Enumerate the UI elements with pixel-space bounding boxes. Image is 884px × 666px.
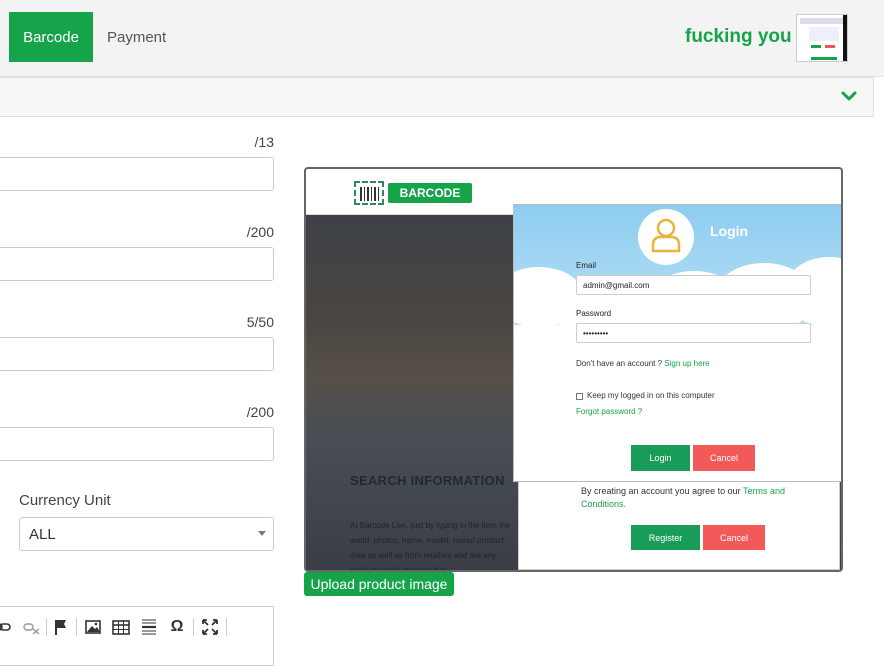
product-image-preview: BARCODE SEARCH INFORMATION At Barcode Li… xyxy=(304,167,843,572)
preview-login-button: Login xyxy=(631,445,690,471)
preview-terms-text: By creating an account you agree to our … xyxy=(581,486,785,509)
unlink-icon[interactable] xyxy=(23,617,41,637)
toolbar-separator xyxy=(193,618,194,636)
preview-email-label: Email xyxy=(576,261,597,270)
field-4-char-counter: /200 xyxy=(246,404,274,420)
preview-paragraph: At Barcode Live, just by typing in the i… xyxy=(350,521,511,572)
tab-barcode[interactable]: Barcode xyxy=(9,12,93,62)
preview-forgot-text: Forgot password ? xyxy=(576,407,642,416)
text-field-3[interactable] xyxy=(0,337,274,371)
flag-icon[interactable] xyxy=(53,617,69,637)
top-navigation-bar: Barcode Payment fucking you xyxy=(0,0,884,77)
upload-product-image-button[interactable]: Upload product image xyxy=(304,572,454,596)
username-label[interactable]: fucking you xyxy=(685,26,792,48)
fullscreen-icon[interactable] xyxy=(201,617,219,637)
tab-payment[interactable]: Payment xyxy=(107,12,166,62)
field-3-char-counter: 5/50 xyxy=(246,314,274,330)
user-icon xyxy=(638,209,694,265)
user-avatar[interactable] xyxy=(796,14,848,62)
caret-down-icon xyxy=(258,531,266,536)
preview-login-title: Login xyxy=(710,223,749,239)
currency-unit-label: Currency Unit xyxy=(19,492,111,509)
text-field-2[interactable] xyxy=(0,247,274,281)
toolbar-separator xyxy=(46,618,47,636)
preview-remember-checkbox xyxy=(576,393,583,400)
preview-remember-label: Keep my logged in on this computer xyxy=(587,391,715,400)
currency-selected-value: ALL xyxy=(29,525,56,543)
horizontal-line-icon[interactable] xyxy=(140,617,158,637)
barcode-logo-icon xyxy=(354,181,384,205)
table-icon[interactable] xyxy=(112,617,130,637)
field-2-char-counter: /200 xyxy=(246,224,274,240)
rich-text-editor[interactable] xyxy=(0,606,274,666)
omega-icon[interactable]: Ω xyxy=(168,617,186,637)
preview-register-button: Register xyxy=(631,525,700,550)
toolbar-separator xyxy=(76,618,77,636)
currency-unit-select[interactable]: ALL xyxy=(19,517,274,551)
preview-signup-text: Don't have an account ? Sign up here xyxy=(576,359,710,368)
section-header-bar[interactable] xyxy=(0,77,874,117)
preview-register-cancel-button: Cancel xyxy=(703,525,765,550)
preview-password-label: Password xyxy=(576,309,612,318)
preview-email-input: admin@gmail.com xyxy=(576,275,811,295)
text-field-4[interactable] xyxy=(0,427,274,461)
image-icon[interactable] xyxy=(84,617,102,637)
toolbar-separator xyxy=(226,618,227,636)
preview-login-modal: Login Email admin@gmail.com Password •••… xyxy=(513,204,841,482)
link-icon[interactable] xyxy=(0,617,12,637)
preview-logo-text: BARCODE xyxy=(388,183,472,203)
preview-search-heading: SEARCH INFORMATION xyxy=(350,473,505,488)
preview-register-modal: By creating an account you agree to our … xyxy=(518,474,840,570)
preview-login-cancel-button: Cancel xyxy=(693,445,755,471)
preview-forgot-link: Forgot password ? xyxy=(576,407,643,416)
preview-password-input: ••••••••• xyxy=(576,323,811,343)
text-field-1[interactable] xyxy=(0,157,274,191)
field-1-char-counter: /13 xyxy=(254,134,274,150)
preview-signup-link: Sign up here xyxy=(664,359,710,368)
chevron-down-icon[interactable] xyxy=(840,87,858,105)
